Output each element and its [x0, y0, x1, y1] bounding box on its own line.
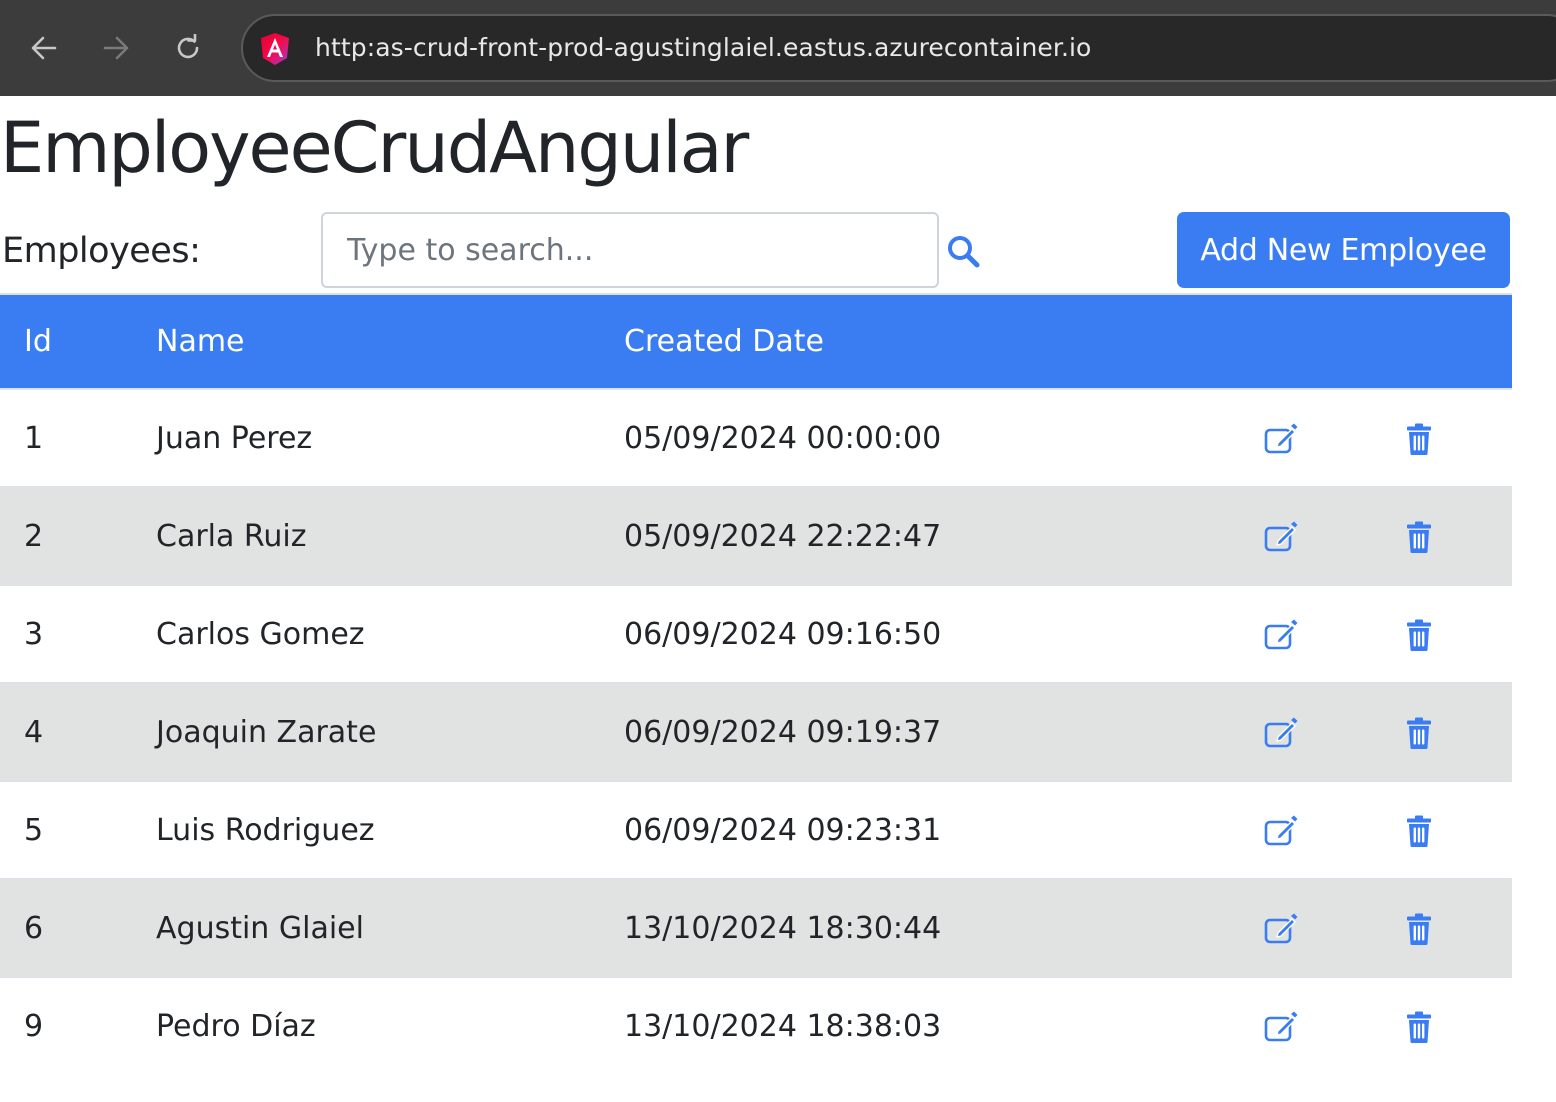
cell-id: 6: [24, 910, 44, 946]
cell-delete: [1402, 585, 1512, 683]
cell-name: Joaquin Zarate: [156, 714, 377, 750]
table-header-row: Id Name Created Date: [0, 295, 1512, 389]
trash-icon[interactable]: [1402, 520, 1436, 554]
cell-delete: [1402, 977, 1512, 1075]
cell-created-date: 06/09/2024 09:19:37: [624, 714, 942, 750]
header-name: Name: [156, 324, 245, 359]
cell-created-date: 05/09/2024 00:00:00: [624, 420, 942, 456]
search-input[interactable]: [321, 212, 939, 288]
table-row: 2 Carla Ruiz 05/09/2024 22:22:47: [0, 487, 1512, 585]
cell-edit: [1264, 487, 1402, 585]
cell-edit: [1264, 977, 1402, 1075]
cell-name: Pedro Díaz: [156, 1009, 316, 1044]
page-title: EmployeeCrudAngular: [0, 107, 749, 189]
trash-icon[interactable]: [1402, 716, 1436, 750]
trash-icon[interactable]: [1402, 618, 1436, 652]
table-row: 1 Juan Perez 05/09/2024 00:00:00: [0, 389, 1512, 487]
cell-name: Agustin Glaiel: [156, 910, 364, 946]
header-id: Id: [24, 324, 52, 359]
cell-created-date: 06/09/2024 09:23:31: [624, 812, 942, 848]
cell-id: 9: [24, 1009, 44, 1044]
table-row: 4 Joaquin Zarate 06/09/2024 09:19:37: [0, 683, 1512, 781]
cell-edit: [1264, 389, 1402, 487]
forward-button[interactable]: [96, 26, 136, 70]
edit-icon[interactable]: [1264, 912, 1298, 946]
cell-delete: [1402, 487, 1512, 585]
cell-id: 5: [24, 812, 44, 848]
cell-delete: [1402, 683, 1512, 781]
search-icon[interactable]: [946, 234, 980, 268]
edit-icon[interactable]: [1264, 618, 1298, 652]
table-row: 5 Luis Rodriguez 06/09/2024 09:23:31: [0, 781, 1512, 879]
cell-id: 3: [24, 616, 44, 652]
cell-created-date: 05/09/2024 22:22:47: [624, 518, 942, 554]
url-text: http:as-crud-front-prod-agustinglaiel.ea…: [315, 33, 1092, 62]
add-employee-button[interactable]: Add New Employee: [1177, 212, 1510, 288]
trash-icon[interactable]: [1402, 912, 1436, 946]
edit-icon[interactable]: [1264, 520, 1298, 554]
cell-created-date: 06/09/2024 09:16:50: [624, 616, 942, 652]
address-bar[interactable]: http:as-crud-front-prod-agustinglaiel.ea…: [241, 14, 1556, 82]
cell-name: Juan Perez: [156, 420, 313, 456]
edit-icon[interactable]: [1264, 716, 1298, 750]
cell-edit: [1264, 879, 1402, 977]
trash-icon[interactable]: [1402, 422, 1436, 456]
cell-delete: [1402, 389, 1512, 487]
table-body: 1 Juan Perez 05/09/2024 00:00:00 2 Carla…: [0, 389, 1512, 1075]
header-delete-col: [1402, 295, 1512, 389]
back-button[interactable]: [24, 26, 64, 70]
header-created-date: Created Date: [624, 324, 824, 359]
cell-id: 4: [24, 714, 44, 750]
edit-icon[interactable]: [1264, 814, 1298, 848]
employees-table: Id Name Created Date 1 Juan Perez 05/09/…: [0, 295, 1512, 1075]
cell-name: Carlos Gomez: [156, 616, 365, 652]
cell-delete: [1402, 879, 1512, 977]
cell-created-date: 13/10/2024 18:38:03: [624, 1009, 942, 1044]
table-row: 3 Carlos Gomez 06/09/2024 09:16:50: [0, 585, 1512, 683]
employees-table-container: Id Name Created Date 1 Juan Perez 05/09/…: [0, 293, 1512, 1075]
cell-delete: [1402, 781, 1512, 879]
cell-edit: [1264, 585, 1402, 683]
browser-toolbar: http:as-crud-front-prod-agustinglaiel.ea…: [0, 0, 1556, 96]
edit-icon[interactable]: [1264, 1010, 1298, 1044]
cell-edit: [1264, 781, 1402, 879]
table-row: 9 Pedro Díaz 13/10/2024 18:38:03: [0, 977, 1512, 1075]
reload-button[interactable]: [168, 26, 208, 70]
back-arrow-icon: [31, 36, 57, 60]
header-edit-col: [1264, 295, 1402, 389]
forward-arrow-icon: [103, 36, 129, 60]
employees-label: Employees:: [2, 231, 201, 271]
cell-id: 2: [24, 518, 44, 554]
trash-icon[interactable]: [1402, 814, 1436, 848]
reload-icon: [177, 34, 199, 59]
edit-icon[interactable]: [1264, 422, 1298, 456]
trash-icon[interactable]: [1402, 1010, 1436, 1044]
cell-name: Carla Ruiz: [156, 518, 307, 554]
angular-logo-icon: [261, 33, 289, 65]
table-row: 6 Agustin Glaiel 13/10/2024 18:30:44: [0, 879, 1512, 977]
cell-edit: [1264, 683, 1402, 781]
cell-created-date: 13/10/2024 18:30:44: [624, 910, 942, 946]
cell-name: Luis Rodriguez: [156, 812, 375, 848]
cell-id: 1: [24, 420, 44, 456]
